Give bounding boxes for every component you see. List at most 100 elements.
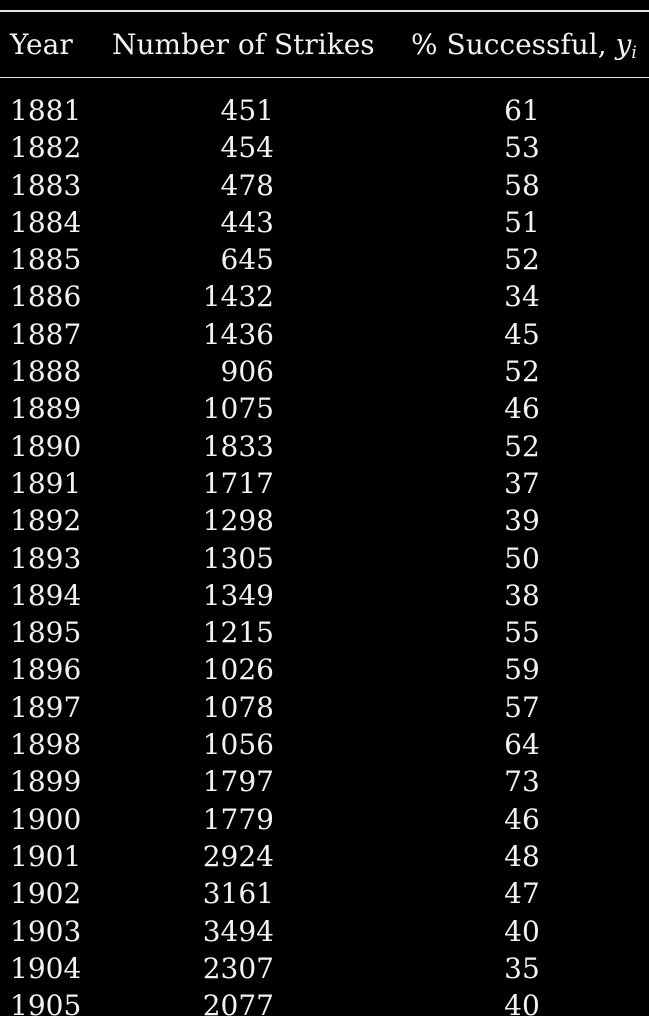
table-row: 1897 1078 57 — [0, 689, 649, 726]
table-row: 1901 2924 48 — [0, 838, 649, 875]
cell-percent-successful: 40 — [504, 989, 540, 1016]
header-year: Year — [10, 28, 73, 61]
cell-percent-successful: 51 — [504, 205, 540, 239]
cell-number-of-strikes: 1305 — [202, 541, 274, 575]
cell-percent-successful: 37 — [504, 466, 540, 500]
cell-year: 1905 — [10, 989, 82, 1016]
cell-percent-successful: 61 — [504, 94, 540, 127]
cell-percent-successful: 40 — [504, 914, 540, 948]
cell-number-of-strikes: 443 — [220, 205, 274, 239]
cell-year: 1904 — [10, 951, 82, 985]
cell-number-of-strikes: 2307 — [202, 951, 274, 985]
cell-number-of-strikes: 478 — [220, 168, 274, 202]
table-row: 1886 1432 34 — [0, 278, 649, 315]
cell-percent-successful: 59 — [504, 653, 540, 687]
cell-percent-successful: 57 — [504, 690, 540, 724]
cell-year: 1881 — [10, 94, 82, 127]
cell-year: 1888 — [10, 355, 82, 389]
cell-percent-successful: 73 — [504, 765, 540, 799]
cell-percent-successful: 47 — [504, 877, 540, 911]
cell-year: 1894 — [10, 578, 82, 612]
cell-percent-successful: 35 — [504, 951, 540, 985]
cell-year: 1889 — [10, 392, 82, 426]
cell-number-of-strikes: 1833 — [202, 429, 274, 463]
cell-number-of-strikes: 645 — [220, 243, 274, 277]
table-row: 1902 3161 47 — [0, 875, 649, 912]
cell-number-of-strikes: 454 — [220, 131, 274, 165]
cell-year: 1897 — [10, 690, 82, 724]
table-row: 1888 906 52 — [0, 353, 649, 390]
table-row: 1892 1298 39 — [0, 502, 649, 539]
cell-percent-successful: 46 — [504, 802, 540, 836]
cell-year: 1901 — [10, 839, 82, 873]
table-row: 1889 1075 46 — [0, 390, 649, 427]
cell-number-of-strikes: 1026 — [202, 653, 274, 687]
table-row: 1899 1797 73 — [0, 763, 649, 800]
cell-year: 1896 — [10, 653, 82, 687]
cell-year: 1892 — [10, 504, 82, 538]
table-row: 1891 1717 37 — [0, 465, 649, 502]
header-variable-subscript: i — [631, 43, 637, 63]
cell-number-of-strikes: 1075 — [202, 392, 274, 426]
cell-year: 1886 — [10, 280, 82, 314]
cell-year: 1898 — [10, 728, 82, 762]
cell-year: 1883 — [10, 168, 82, 202]
cell-percent-successful: 50 — [504, 541, 540, 575]
cell-year: 1890 — [10, 429, 82, 463]
cell-number-of-strikes: 1056 — [202, 728, 274, 762]
cell-year: 1895 — [10, 616, 82, 650]
cell-percent-successful: 53 — [504, 131, 540, 165]
table-row: 1882 454 53 — [0, 129, 649, 166]
cell-year: 1887 — [10, 317, 82, 351]
cell-number-of-strikes: 1717 — [202, 466, 274, 500]
cell-number-of-strikes: 3494 — [202, 914, 274, 948]
cell-year: 1893 — [10, 541, 82, 575]
cell-year: 1884 — [10, 205, 82, 239]
cell-number-of-strikes: 1432 — [202, 280, 274, 314]
cell-percent-successful: 38 — [504, 578, 540, 612]
table-row: 1903 3494 40 — [0, 913, 649, 950]
table-row: 1898 1056 64 — [0, 726, 649, 763]
cell-year: 1900 — [10, 802, 82, 836]
cell-year: 1899 — [10, 765, 82, 799]
cell-percent-successful: 52 — [504, 355, 540, 389]
table-row: 1890 1833 52 — [0, 428, 649, 465]
cell-number-of-strikes: 451 — [220, 94, 274, 127]
cell-percent-successful: 34 — [504, 280, 540, 314]
table-row: 1881 451 61 — [0, 92, 649, 129]
cell-percent-successful: 55 — [504, 616, 540, 650]
cell-percent-successful: 46 — [504, 392, 540, 426]
header-variable-y-letter: y — [615, 28, 632, 61]
table-row: 1884 443 51 — [0, 204, 649, 241]
cell-percent-successful: 52 — [504, 429, 540, 463]
cell-number-of-strikes: 1797 — [202, 765, 274, 799]
cell-percent-successful: 48 — [504, 839, 540, 873]
cell-number-of-strikes: 1078 — [202, 690, 274, 724]
cell-percent-successful: 45 — [504, 317, 540, 351]
header-percent-successful: % Successful, yi — [411, 25, 637, 65]
table-row: 1887 1436 45 — [0, 316, 649, 353]
cell-year: 1885 — [10, 243, 82, 277]
table-body: 1881 451 61 1882 454 53 1883 478 58 1884 443 51 1885… — [0, 92, 649, 1016]
cell-number-of-strikes: 1215 — [202, 616, 274, 650]
table-row: 1885 645 52 — [0, 241, 649, 278]
cell-number-of-strikes: 1779 — [202, 802, 274, 836]
cell-number-of-strikes: 2924 — [202, 839, 274, 873]
table-row: 1900 1779 46 — [0, 801, 649, 838]
table-row: 1896 1026 59 — [0, 651, 649, 688]
cell-number-of-strikes: 1298 — [202, 504, 274, 538]
cell-percent-successful: 52 — [504, 243, 540, 277]
table-row: 1904 2307 35 — [0, 950, 649, 987]
header-number-of-strikes: Number of Strikes — [112, 28, 375, 61]
header-variable-y: yi — [615, 28, 637, 63]
cell-year: 1882 — [10, 131, 82, 165]
table-row: 1893 1305 50 — [0, 540, 649, 577]
cell-year: 1902 — [10, 877, 82, 911]
cell-number-of-strikes: 3161 — [202, 877, 274, 911]
cell-number-of-strikes: 2077 — [202, 989, 274, 1016]
table-top-rule — [0, 10, 649, 12]
table-row: 1883 478 58 — [0, 167, 649, 204]
strikes-table-page: Year Number of Strikes % Successful, yi … — [0, 0, 649, 1016]
table-header-rule — [0, 77, 649, 78]
cell-year: 1903 — [10, 914, 82, 948]
